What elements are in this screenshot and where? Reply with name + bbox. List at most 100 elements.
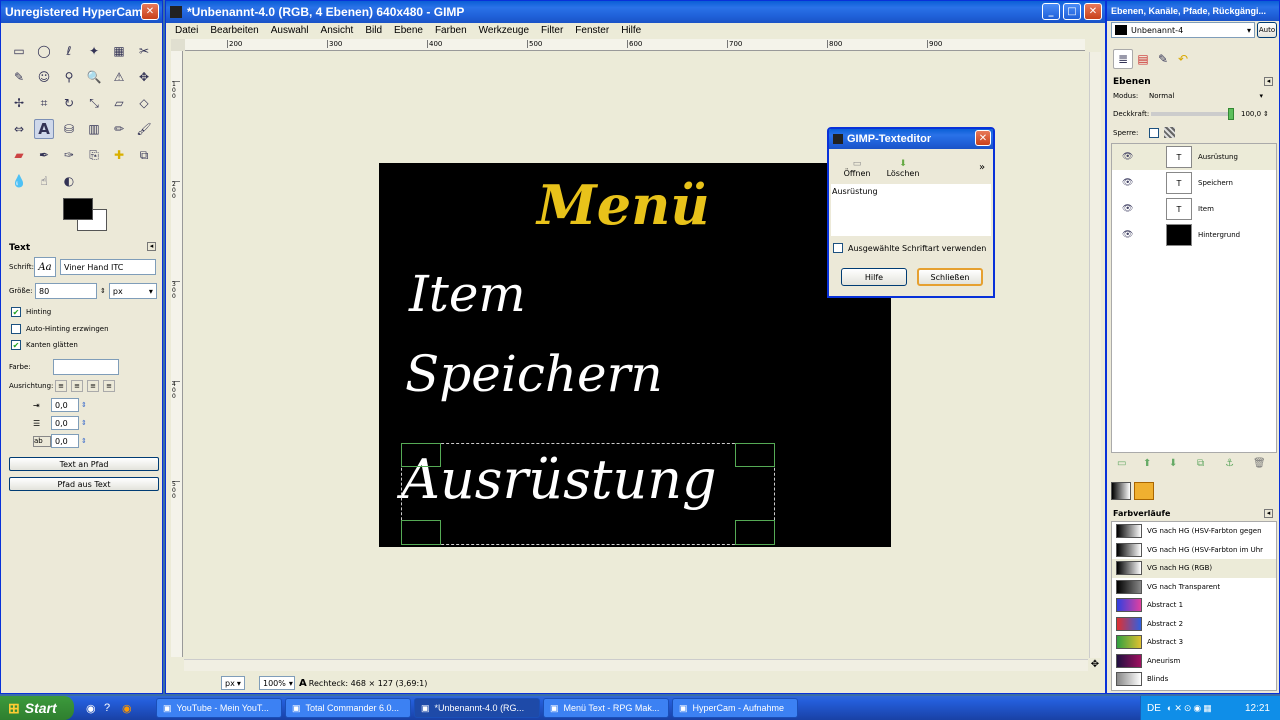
- configure-tab-icon[interactable]: ◂: [1264, 77, 1273, 86]
- use-font-checkbox[interactable]: [833, 243, 843, 253]
- justify-center-icon[interactable]: ≡: [87, 380, 99, 392]
- menu-fenster[interactable]: Fenster: [575, 25, 609, 36]
- gradient-row[interactable]: Aneurism: [1112, 652, 1276, 671]
- gradient-row[interactable]: Abstract 1: [1112, 596, 1276, 615]
- new-layer-icon[interactable]: ▭: [1117, 458, 1143, 469]
- paintbrush-icon[interactable]: 🖌: [134, 119, 154, 139]
- clone-icon[interactable]: ⎘: [84, 145, 104, 165]
- menu-ebene[interactable]: Ebene: [394, 25, 423, 36]
- lower-layer-icon[interactable]: ⬇: [1169, 458, 1197, 469]
- autohint-checkbox[interactable]: [11, 324, 21, 334]
- selection-handle-tr[interactable]: [735, 443, 775, 467]
- open-button[interactable]: ▭ Öffnen: [837, 155, 877, 181]
- image-titlebar[interactable]: *Unbenannt-4.0 (RGB, 4 Ebenen) 640x480 -…: [166, 1, 1105, 23]
- color-picker-icon[interactable]: ⚲: [59, 67, 79, 87]
- layer-row[interactable]: 👁 T Item: [1112, 196, 1276, 222]
- menu-bearbeiten[interactable]: Bearbeiten: [210, 25, 258, 36]
- line-spacing-input[interactable]: 0,0: [51, 416, 79, 430]
- pencil-icon[interactable]: ✏: [109, 119, 129, 139]
- selection-handle-bl[interactable]: [401, 520, 441, 545]
- letterspace-spinner-icon[interactable]: ⇕: [81, 437, 87, 445]
- menu-filter[interactable]: Filter: [541, 25, 563, 36]
- text-on-path-button[interactable]: Text an Pfad: [9, 457, 159, 471]
- layers-tab-icon[interactable]: ≣: [1113, 49, 1133, 69]
- fg-color-swatch-front[interactable]: [63, 198, 93, 220]
- lasso-icon[interactable]: ℓ: [59, 41, 79, 61]
- size-unit-select[interactable]: px ▾: [108, 283, 157, 299]
- text-editor-titlebar[interactable]: GIMP-Texteditor: [829, 129, 993, 149]
- delete-layer-icon[interactable]: 🗑: [1253, 458, 1273, 469]
- fuzzy-select-icon[interactable]: ✦: [84, 41, 104, 61]
- channels-tab-icon[interactable]: ▤: [1133, 49, 1153, 69]
- maximize-button[interactable]: □: [1063, 3, 1081, 20]
- duplicate-layer-icon[interactable]: ⧉: [1197, 458, 1225, 469]
- flip-icon[interactable]: ⇔: [9, 119, 29, 139]
- language-indicator[interactable]: DE: [1147, 703, 1161, 714]
- move-icon[interactable]: ✥: [134, 67, 154, 87]
- foreground-select-icon[interactable]: ☺: [34, 67, 54, 87]
- start-button[interactable]: ⊞ Start: [0, 696, 74, 720]
- airbrush-icon[interactable]: ✒: [34, 145, 54, 165]
- linespace-spinner-icon[interactable]: ⇕: [81, 419, 87, 427]
- heal-icon[interactable]: ✚: [109, 145, 129, 165]
- text-color-button[interactable]: [53, 359, 119, 375]
- close-dialog-button[interactable]: Schließen: [917, 268, 983, 286]
- help-button[interactable]: Hilfe: [841, 268, 907, 286]
- toolbox-close-button[interactable]: ✕: [141, 3, 159, 20]
- opacity-slider-handle[interactable]: [1228, 108, 1234, 120]
- gradient-row[interactable]: Blinds: [1112, 670, 1276, 689]
- raise-layer-icon[interactable]: ⬆: [1143, 458, 1169, 469]
- image-canvas[interactable]: Menü Item Speichern Ausrüstung: [379, 163, 891, 547]
- tray-icons[interactable]: ◐✕⊙◉▦: [1167, 703, 1245, 714]
- menu-hilfe[interactable]: Hilfe: [621, 25, 641, 36]
- ellipse-select-icon[interactable]: ◯: [34, 41, 54, 61]
- gradient-row[interactable]: VG nach HG (HSV-Farbton gegen: [1112, 522, 1276, 541]
- taskbar-task[interactable]: ▣ YouTube - Mein YouT...: [156, 698, 282, 718]
- menu-bild[interactable]: Bild: [365, 25, 382, 36]
- gradients-tab-icon[interactable]: [1134, 482, 1154, 500]
- layers-dock-titlebar[interactable]: Ebenen, Kanäle, Pfade, Rückgängi...: [1107, 1, 1279, 21]
- menu-auswahl[interactable]: Auswahl: [271, 25, 309, 36]
- text-editor-close-button[interactable]: ✕: [975, 130, 991, 146]
- close-button[interactable]: ✕: [1084, 3, 1102, 20]
- firefox-icon[interactable]: ◉: [122, 702, 140, 715]
- measure-icon[interactable]: ⚠: [109, 67, 129, 87]
- text-tool-icon[interactable]: A: [34, 119, 54, 139]
- taskbar-task[interactable]: ▣ *Unbenannt-4.0 (RG...: [414, 698, 540, 718]
- gradient-row[interactable]: VG nach HG (RGB): [1112, 559, 1276, 578]
- justify-right-icon[interactable]: ≡: [71, 380, 83, 392]
- opacity-spinner-icon[interactable]: ⇕: [1263, 110, 1269, 118]
- scale-icon[interactable]: ⤡: [84, 93, 104, 113]
- auto-button[interactable]: Auto: [1257, 22, 1277, 38]
- layer-row[interactable]: 👁 T Ausrüstung: [1112, 144, 1276, 170]
- image-select[interactable]: Unbenannt-4 ▾: [1111, 22, 1255, 38]
- horizontal-ruler[interactable]: 200 300 400 500 600 700 800 900: [185, 39, 1085, 51]
- zoom-select[interactable]: 100% ▾: [259, 676, 295, 690]
- blend-icon[interactable]: ▥: [84, 119, 104, 139]
- paths-icon[interactable]: ✎: [9, 67, 29, 87]
- eye-icon[interactable]: 👁: [1112, 178, 1166, 188]
- layer-row[interactable]: 👁 T Speichern: [1112, 170, 1276, 196]
- horizontal-scrollbar[interactable]: [184, 659, 1088, 671]
- perspective-icon[interactable]: ◇: [134, 93, 154, 113]
- gradient-row[interactable]: Abstract 2: [1112, 615, 1276, 634]
- perspective-clone-icon[interactable]: ⧉: [134, 145, 154, 165]
- navigate-icon[interactable]: ✥: [1089, 659, 1101, 671]
- minimize-button[interactable]: _: [1042, 3, 1060, 20]
- unit-select[interactable]: px ▾: [221, 676, 245, 690]
- eye-icon[interactable]: 👁: [1112, 152, 1166, 162]
- justify-left-icon[interactable]: ≡: [55, 380, 67, 392]
- lock-alpha-icon[interactable]: [1164, 127, 1175, 138]
- hinting-checkbox[interactable]: ✔: [11, 307, 21, 317]
- patterns-tab-icon[interactable]: [1111, 482, 1131, 500]
- opacity-slider[interactable]: [1151, 108, 1234, 120]
- smudge-icon[interactable]: ☝: [34, 171, 54, 191]
- text-selection-box[interactable]: [401, 443, 775, 545]
- selection-handle-br[interactable]: [735, 520, 775, 545]
- taskbar-task[interactable]: ▣ Total Commander 6.0...: [285, 698, 411, 718]
- taskbar-task[interactable]: ▣ HyperCam - Aufnahme: [672, 698, 798, 718]
- rotate-icon[interactable]: ↻: [59, 93, 79, 113]
- eraser-icon[interactable]: ▰: [9, 145, 29, 165]
- text-edit-area[interactable]: Ausrüstung: [831, 184, 991, 236]
- paths-tab-icon[interactable]: ✎: [1153, 49, 1173, 69]
